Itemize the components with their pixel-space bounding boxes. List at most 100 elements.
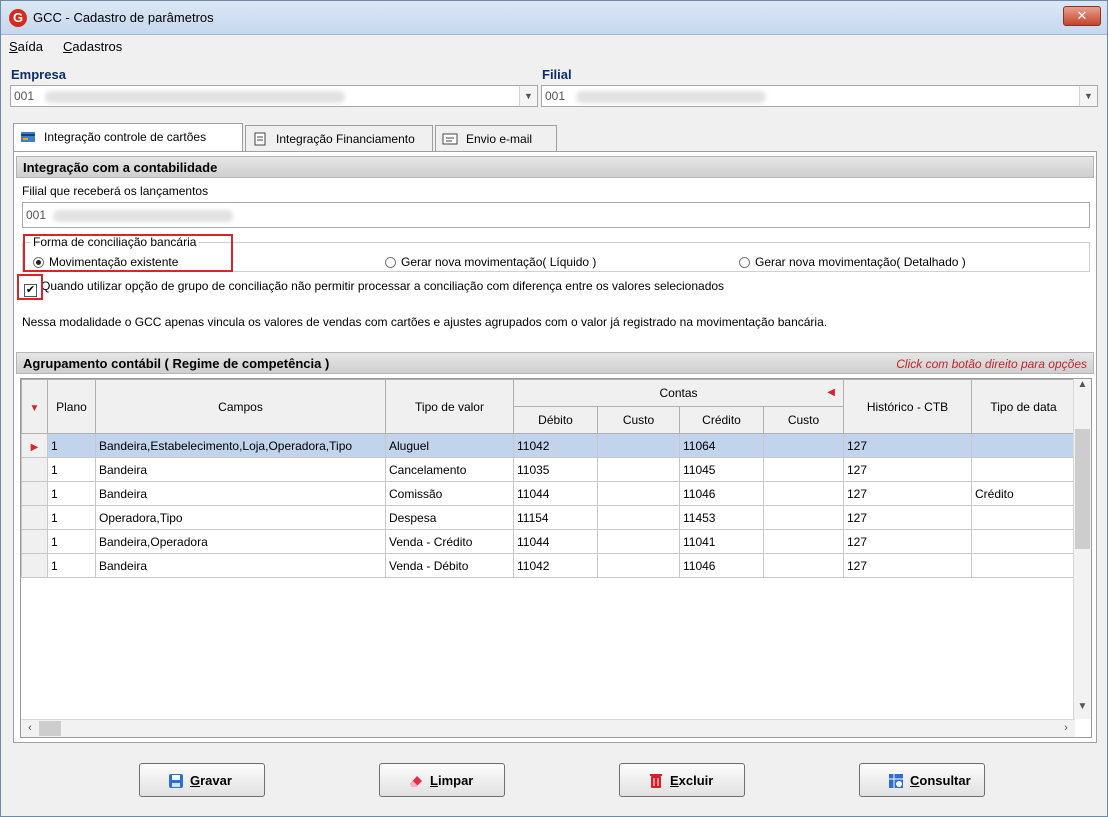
cell-campos[interactable]: Bandeira	[95, 457, 386, 482]
cell-credito[interactable]: 11046	[679, 553, 764, 578]
col-debito[interactable]: Débito	[513, 406, 598, 434]
cell-tipo-data[interactable]	[971, 457, 1076, 482]
cell-tipo-data[interactable]: Crédito	[971, 481, 1076, 506]
menu-cadastros[interactable]: Cadastros	[63, 39, 122, 54]
row-indicator[interactable]	[21, 553, 48, 578]
chevron-down-icon[interactable]: ▼	[519, 86, 537, 106]
col-credito[interactable]: Crédito	[679, 406, 764, 434]
tab-integracao-cartoes[interactable]: Integração controle de cartões	[13, 123, 243, 153]
scroll-thumb[interactable]	[1075, 429, 1090, 549]
col-tipo-valor[interactable]: Tipo de valor	[385, 379, 514, 434]
col-plano[interactable]: Plano	[47, 379, 96, 434]
cell-tipo-data[interactable]	[971, 529, 1076, 554]
cell-credito[interactable]: 11045	[679, 457, 764, 482]
row-indicator[interactable]	[21, 505, 48, 530]
cell-plano[interactable]: 1	[47, 529, 96, 554]
cell-tipo-valor[interactable]: Despesa	[385, 505, 514, 530]
cell-campos[interactable]: Bandeira,Operadora	[95, 529, 386, 554]
cell-campos[interactable]: Bandeira,Estabelecimento,Loja,Operadora,…	[95, 433, 386, 458]
row-indicator[interactable]	[21, 457, 48, 482]
excluir-button[interactable]: Excluir	[619, 763, 745, 797]
scroll-thumb[interactable]	[39, 721, 61, 736]
tab-integracao-financiamento[interactable]: Integração Financiamento	[245, 125, 433, 151]
cell-custo-credito[interactable]	[763, 553, 844, 578]
cell-debito[interactable]: 11044	[513, 529, 598, 554]
cell-historico[interactable]: 127	[843, 553, 972, 578]
radio-dot[interactable]	[385, 257, 396, 268]
cell-custo-credito[interactable]	[763, 529, 844, 554]
cell-debito[interactable]: 11035	[513, 457, 598, 482]
col-campos[interactable]: Campos	[95, 379, 386, 434]
cell-credito[interactable]: 11453	[679, 505, 764, 530]
cell-plano[interactable]: 1	[47, 553, 96, 578]
cell-historico[interactable]: 127	[843, 481, 972, 506]
filial-lancamentos-input[interactable]: 001	[22, 202, 1090, 228]
table-row[interactable]: 1 Bandeira Venda - Débito 11042 11046 12…	[21, 553, 1076, 578]
cell-custo-debito[interactable]	[597, 529, 680, 554]
cell-custo-credito[interactable]	[763, 457, 844, 482]
scroll-left-icon[interactable]: ‹	[21, 720, 39, 737]
cell-credito[interactable]: 11046	[679, 481, 764, 506]
tab-envio-email[interactable]: Envio e-mail	[435, 125, 557, 151]
cell-historico[interactable]: 127	[843, 433, 972, 458]
col-contas[interactable]: Contas ◀	[513, 379, 844, 407]
cell-custo-credito[interactable]	[763, 481, 844, 506]
cell-credito[interactable]: 11064	[679, 433, 764, 458]
table-row[interactable]: 1 Bandeira Cancelamento 11035 11045 127	[21, 457, 1076, 482]
cell-tipo-valor[interactable]: Comissão	[385, 481, 514, 506]
radio-nova-detalhado[interactable]: Gerar nova movimentação( Detalhado )	[739, 255, 966, 269]
cell-campos[interactable]: Bandeira	[95, 481, 386, 506]
table-row[interactable]: 1 Bandeira Comissão 11044 11046 127 Créd…	[21, 481, 1076, 506]
grupo-conciliacao-checkbox-row[interactable]: ✔ Quando utilizar opção de grupo de conci…	[24, 279, 724, 297]
col-custo-credito[interactable]: Custo	[763, 406, 844, 434]
cell-debito[interactable]: 11154	[513, 505, 598, 530]
table-row[interactable]: 1 Operadora,Tipo Despesa 11154 11453 127	[21, 505, 1076, 530]
cell-historico[interactable]: 127	[843, 457, 972, 482]
cell-campos[interactable]: Bandeira	[95, 553, 386, 578]
cell-campos[interactable]: Operadora,Tipo	[95, 505, 386, 530]
cell-custo-debito[interactable]	[597, 433, 680, 458]
cell-plano[interactable]: 1	[47, 505, 96, 530]
menu-saida[interactable]: Saída	[9, 39, 43, 54]
scroll-up-icon[interactable]: ▲	[1074, 379, 1091, 397]
row-indicator[interactable]	[21, 481, 48, 506]
scroll-down-icon[interactable]: ▼	[1074, 701, 1091, 719]
cell-tipo-data[interactable]	[971, 433, 1076, 458]
cell-debito[interactable]: 11042	[513, 553, 598, 578]
cell-tipo-valor[interactable]: Venda - Débito	[385, 553, 514, 578]
consultar-button[interactable]: Consultar	[859, 763, 985, 797]
cell-custo-credito[interactable]	[763, 433, 844, 458]
cell-plano[interactable]: 1	[47, 481, 96, 506]
row-indicator[interactable]	[21, 529, 48, 554]
agrupamento-grid[interactable]: ▼ Plano Campos Tipo de valor Contas ◀ Hi…	[20, 378, 1092, 738]
cell-custo-credito[interactable]	[763, 505, 844, 530]
cell-debito[interactable]: 11044	[513, 481, 598, 506]
cell-credito[interactable]: 11041	[679, 529, 764, 554]
cell-tipo-data[interactable]	[971, 505, 1076, 530]
chevron-down-icon[interactable]: ▼	[1079, 86, 1097, 106]
cell-plano[interactable]: 1	[47, 433, 96, 458]
cell-tipo-valor[interactable]: Venda - Crédito	[385, 529, 514, 554]
cell-historico[interactable]: 127	[843, 529, 972, 554]
vertical-scrollbar[interactable]: ▲ ▼	[1073, 379, 1091, 719]
scroll-right-icon[interactable]: ›	[1057, 720, 1075, 737]
cell-tipo-data[interactable]	[971, 553, 1076, 578]
cell-custo-debito[interactable]	[597, 481, 680, 506]
cell-debito[interactable]: 11042	[513, 433, 598, 458]
limpar-button[interactable]: Limpar	[379, 763, 505, 797]
horizontal-scrollbar[interactable]: ‹ ›	[21, 719, 1075, 737]
col-custo-debito[interactable]: Custo	[597, 406, 680, 434]
empresa-select[interactable]: 001 ▼	[10, 85, 538, 107]
filial-select[interactable]: 001 ▼	[541, 85, 1098, 107]
cell-plano[interactable]: 1	[47, 457, 96, 482]
cell-historico[interactable]: 127	[843, 505, 972, 530]
table-row[interactable]: ▶ 1 Bandeira,Estabelecimento,Loja,Operad…	[21, 433, 1076, 458]
cell-tipo-valor[interactable]: Cancelamento	[385, 457, 514, 482]
cell-custo-debito[interactable]	[597, 505, 680, 530]
radio-nova-liquido[interactable]: Gerar nova movimentação( Líquido )	[385, 255, 596, 269]
radio-dot[interactable]	[739, 257, 750, 268]
col-historico[interactable]: Histórico - CTB	[843, 379, 972, 434]
close-button[interactable]: ✕	[1063, 6, 1101, 26]
col-tipo-data[interactable]: Tipo de data	[971, 379, 1076, 434]
row-indicator-header[interactable]: ▼	[21, 379, 48, 434]
